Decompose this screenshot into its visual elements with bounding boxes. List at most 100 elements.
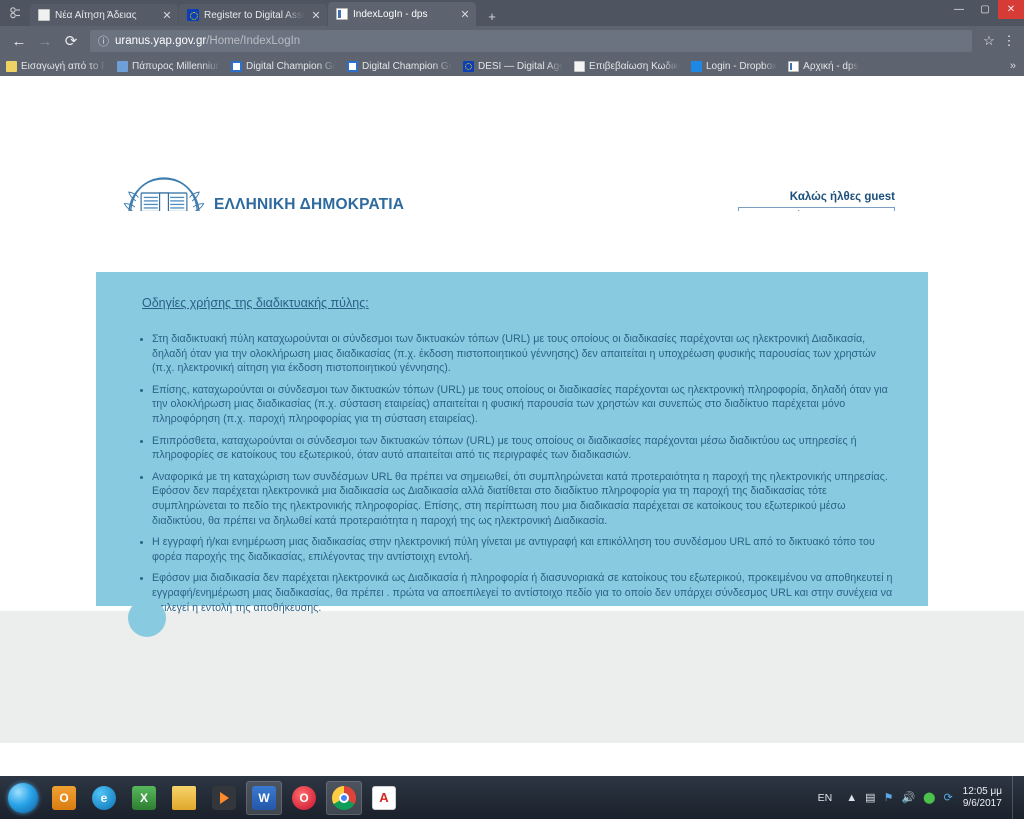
maximize-button[interactable]: ▢ [972, 0, 998, 19]
taskbar-app-outlook[interactable]: O [46, 781, 82, 815]
taskbar-app-excel[interactable]: X [126, 781, 162, 815]
taskbar-app-chrome[interactable] [326, 780, 362, 815]
tab-label: IndexLogIn - dps [353, 8, 428, 20]
site-info-icon[interactable]: ⓘ [98, 33, 109, 49]
clock-date: 9/6/2017 [962, 797, 1002, 809]
edge-icon: e [92, 785, 116, 810]
bookmark-label: Πάπυρος Millennium [132, 60, 220, 72]
flag-icon[interactable]: ⚑ [884, 791, 894, 804]
close-icon[interactable]: ✕ [160, 9, 174, 22]
page-viewport: ΕΛΛΗΝΙΚΗ ΔΗΜΟΚΡΑΤΙΑ Υπουργείο Διοικητική… [0, 76, 1024, 793]
bookmark-item[interactable]: Εισαγωγή από το Fire [6, 60, 106, 72]
clock[interactable]: 12:05 μμ 9/6/2017 [963, 786, 1002, 810]
taskbar-app-edge[interactable]: e [86, 781, 122, 815]
show-desktop-button[interactable] [1012, 776, 1018, 819]
word-icon: W [252, 785, 276, 810]
bookmarks-bar: Εισαγωγή από το Fire Πάπυρος Millennium … [0, 56, 1024, 76]
media-player-icon [212, 785, 236, 810]
taskbar-app-acrobat[interactable]: A [366, 781, 402, 815]
system-tray: EN ▲ ▤ ⚑ 🔊 ⬤ ⟳ 12:05 μμ 9/6/2017 [818, 776, 1024, 819]
browser-tab-3[interactable]: IndexLogIn - dps ✕ [328, 2, 476, 26]
decorative-bubble [128, 599, 166, 637]
browser-tab-1[interactable]: Νέα Αίτηση Άδειας ✕ [30, 4, 178, 26]
opera-icon: O [292, 785, 316, 810]
close-icon[interactable]: ✕ [458, 8, 472, 21]
papyrus-icon [117, 60, 128, 72]
document-icon [574, 60, 585, 72]
bookmark-item[interactable]: Login - Dropbox [691, 60, 778, 72]
list-item: Στη διαδικτυακή πύλη καταχωρούνται οι σύ… [152, 332, 896, 376]
taskbar-app-opera[interactable]: O [286, 781, 322, 815]
bookmark-item[interactable]: Επιβεβαίωση Κωδικο [574, 60, 680, 72]
bookmark-label: Εισαγωγή από το Fire [21, 60, 106, 72]
digital-champion-icon [231, 60, 242, 72]
bookmarks-overflow-icon[interactable]: » [1010, 60, 1016, 72]
bookmark-star-icon[interactable]: ☆ [978, 33, 1000, 49]
bookmark-label: Επιβεβαίωση Κωδικο [589, 60, 680, 72]
reload-button[interactable]: ⟳ [58, 28, 84, 54]
list-item: Η εγγραφή ή/και ενημέρωση μιας διαδικασί… [152, 535, 896, 564]
outlook-icon: O [52, 785, 76, 810]
new-tab-button[interactable]: + [479, 6, 505, 26]
browser-window: Νέα Αίτηση Άδειας ✕ Register to Digital … [0, 0, 1024, 819]
list-item: Εφόσον μια διαδικασία δεν παρέχεται ηλεκ… [152, 571, 896, 615]
browser-tab-2[interactable]: Register to Digital Assem ✕ [179, 4, 327, 26]
welcome-message: Καλώς ήλθες guest [789, 191, 895, 203]
excel-icon: X [132, 785, 156, 810]
address-bar[interactable]: ⓘ uranus.yap.gov.gr /Home/IndexLogIn [90, 30, 972, 52]
bookmark-item[interactable]: Digital Champion Gre [231, 60, 336, 72]
bookmark-item[interactable]: Πάπυρος Millennium [117, 60, 220, 72]
dps-icon [336, 8, 348, 20]
guide-panel: Οδηγίες χρήσης της διαδικτυακής πύλης: Σ… [96, 272, 928, 614]
document-icon [38, 9, 50, 21]
folder-icon [6, 60, 17, 72]
list-item: Αναφορικά με τη καταχώριση των συνδέσμων… [152, 470, 896, 528]
dropbox-icon [691, 60, 702, 72]
bookmark-label: Digital Champion Gre [362, 60, 452, 72]
bookmark-item[interactable]: Digital Champion Gre [347, 60, 452, 72]
list-item: Επίσης, καταχωρούνται οι σύνδεσμοι των δ… [152, 383, 896, 427]
digital-champion-icon [347, 60, 358, 72]
network-icon[interactable]: ▤ [865, 791, 875, 804]
eu-icon [463, 60, 474, 72]
eu-icon [187, 9, 199, 21]
tray-expand-icon[interactable]: ▲ [846, 792, 857, 804]
bookmark-item[interactable]: DESI — Digital Agend [463, 60, 563, 72]
taskbar-apps: O e X W O A [46, 780, 402, 815]
list-item: Επιπρόσθετα, καταχωρούνται οι σύνδεσμοι … [152, 434, 896, 463]
bookmark-item[interactable]: Αρχική - dps [788, 60, 859, 72]
taskbar-app-word[interactable]: W [246, 780, 282, 815]
bookmark-label: Digital Champion Gre [246, 60, 336, 72]
forward-button[interactable]: → [32, 28, 58, 54]
content-band: Οδηγίες χρήσης της διαδικτυακής πύλης: Σ… [0, 211, 1024, 637]
bookmark-label: DESI — Digital Agend [478, 60, 563, 72]
taskbar-app-file-explorer[interactable] [166, 781, 202, 815]
bookmark-label: Αρχική - dps [803, 60, 859, 72]
minimize-button[interactable]: — [946, 0, 972, 19]
bookmark-label: Login - Dropbox [706, 60, 778, 72]
dps-icon [788, 60, 800, 72]
volume-icon[interactable]: 🔊 [901, 791, 915, 804]
language-indicator[interactable]: EN [818, 792, 833, 804]
windows-taskbar: O e X W O A EN ▲ ▤ ⚑ 🔊 ⬤ ⟳ 12:05 μμ 9/6/… [0, 776, 1024, 819]
tab-search-icon[interactable] [0, 0, 30, 26]
back-button[interactable]: ← [6, 28, 32, 54]
url-path: /Home/IndexLogIn [206, 35, 301, 47]
tab-strip: Νέα Αίτηση Άδειας ✕ Register to Digital … [0, 0, 1024, 26]
folder-icon [172, 785, 196, 810]
site-header: ΕΛΛΗΝΙΚΗ ΔΗΜΟΚΡΑΤΙΑ Υπουργείο Διοικητική… [0, 76, 1024, 318]
taskbar-app-media-player[interactable] [206, 781, 242, 815]
tab-label: Νέα Αίτηση Άδειας [55, 9, 137, 21]
tab-label: Register to Digital Assem [204, 9, 305, 21]
close-icon[interactable]: ✕ [309, 9, 323, 22]
start-button[interactable] [0, 776, 46, 819]
shield-icon[interactable]: ⬤ [923, 791, 935, 804]
sync-icon[interactable]: ⟳ [943, 791, 952, 804]
start-orb-icon [8, 782, 38, 813]
guide-bullet-list: Στη διαδικτυακή πύλη καταχωρούνται οι σύ… [126, 332, 896, 622]
site-content: ΕΛΛΗΝΙΚΗ ΔΗΜΟΚΡΑΤΙΑ Υπουργείο Διοικητική… [0, 76, 1024, 793]
browser-menu-icon[interactable]: ⋮ [1000, 33, 1018, 49]
url-host: uranus.yap.gov.gr [115, 35, 207, 47]
close-window-button[interactable]: ✕ [998, 0, 1024, 19]
guide-heading[interactable]: Οδηγίες χρήσης της διαδικτυακής πύλης: [142, 296, 369, 310]
